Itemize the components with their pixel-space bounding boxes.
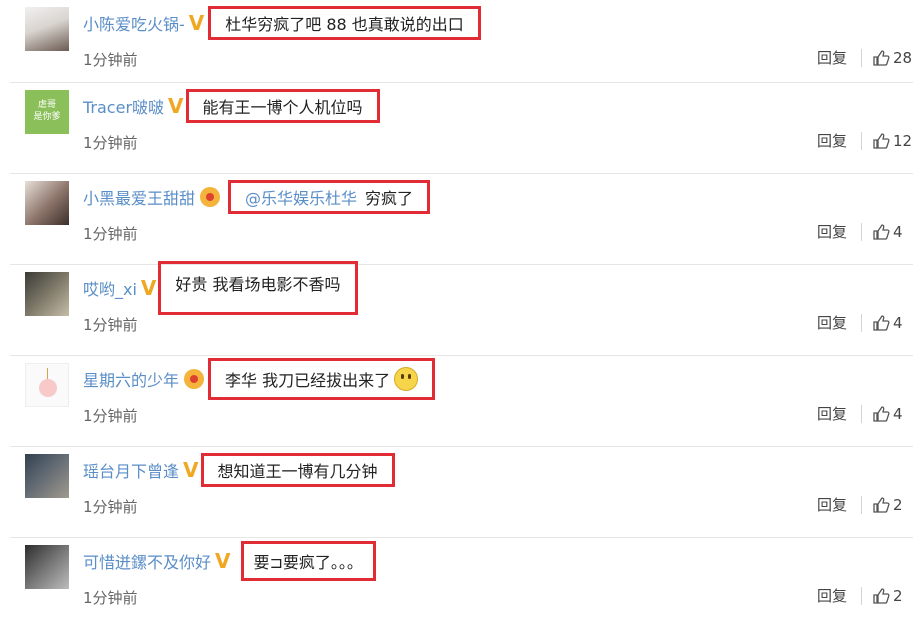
timestamp: 1分钟前: [83, 407, 138, 425]
divider: [861, 48, 862, 67]
avatar-text: 虐哥 是你爹: [33, 100, 61, 122]
comment-actions: 回复 2: [817, 585, 913, 606]
comment-header: 瑶台月下曾逢 V 想知道王一博有几分钟: [83, 453, 395, 487]
reply-button[interactable]: 回复: [817, 494, 847, 515]
divider: [861, 313, 862, 332]
comment-text: 能有王一博个人机位吗: [202, 98, 363, 117]
comment-text: 李华 我刀已经拔出来了: [225, 371, 391, 390]
comment-header: 可惜迸鏍不及你好 V 要⊐要疯了。。。: [83, 541, 376, 581]
comment-text-box: @乐华娱乐杜华 穷疯了: [228, 180, 431, 214]
vip-v-icon: V: [188, 11, 205, 35]
timestamp: 1分钟前: [83, 498, 138, 516]
comment-text: 好贵 我看场电影不香吗: [175, 275, 341, 294]
comment-text-box: 想知道王一博有几分钟: [200, 453, 395, 487]
comment-actions: 回复 28: [817, 47, 913, 68]
comment-text: 想知道王一博有几分钟: [217, 462, 378, 481]
divider: [861, 495, 862, 514]
comment-text: 杜华穷疯了吧 88 也真敢说的出口: [225, 15, 464, 34]
comment-text-box: 要⊐要疯了。。。: [240, 541, 376, 581]
divider: [861, 586, 862, 605]
vip-v-icon: V: [215, 549, 231, 573]
comment-text-box: 杜华穷疯了吧 88 也真敢说的出口: [208, 6, 481, 40]
like-count: 28: [893, 48, 913, 67]
comment-header: Tracer啵啵 V 能有王一博个人机位吗: [83, 89, 380, 123]
comment-item: 小陈爱吃火锅- V 杜华穷疯了吧 88 也真敢说的出口 1分钟前 回复 28: [10, 0, 913, 83]
comment-actions: 回复 12: [817, 130, 913, 151]
like-count: 2: [893, 586, 903, 605]
thumbs-up-icon[interactable]: [872, 405, 890, 423]
username[interactable]: 哎哟_xi: [83, 276, 137, 300]
avatar[interactable]: [25, 363, 69, 407]
vip-v-icon: V: [183, 458, 199, 482]
mention-link[interactable]: @乐华娱乐杜华: [245, 185, 357, 209]
comment-header: 哎哟_xi V 好贵 我看场电影不香吗: [83, 261, 358, 315]
timestamp: 1分钟前: [83, 51, 138, 69]
thumbs-up-icon[interactable]: [872, 496, 890, 514]
comment-item: 小黑最爱王甜甜 @乐华娱乐杜华 穷疯了 1分钟前 回复 4: [10, 174, 913, 265]
divider: [861, 404, 862, 423]
thumbs-up-icon[interactable]: [872, 49, 890, 67]
reply-button[interactable]: 回复: [817, 47, 847, 68]
avatar[interactable]: [25, 272, 69, 316]
comment-list: 小陈爱吃火锅- V 杜华穷疯了吧 88 也真敢说的出口 1分钟前 回复 28 虐…: [10, 0, 913, 608]
reply-button[interactable]: 回复: [817, 585, 847, 606]
username[interactable]: 小陈爱吃火锅-: [83, 11, 185, 35]
comment-text-box: 能有王一博个人机位吗: [185, 89, 380, 123]
reply-button[interactable]: 回复: [817, 221, 847, 242]
comment-item: 星期六的少年 李华 我刀已经拔出来了 1分钟前 回复 4: [10, 356, 913, 447]
username[interactable]: 瑶台月下曾逢: [83, 458, 179, 482]
divider: [861, 222, 862, 241]
comment-header: 星期六的少年 李华 我刀已经拔出来了: [83, 358, 436, 400]
vip-v-icon: V: [168, 94, 184, 118]
vip-v-icon: V: [140, 276, 157, 300]
like-count: 12: [893, 131, 913, 150]
thumbs-up-icon[interactable]: [872, 132, 890, 150]
timestamp: 1分钟前: [83, 134, 138, 152]
like-count: 4: [893, 404, 903, 423]
thumbs-up-icon[interactable]: [872, 314, 890, 332]
comment-text-box: 李华 我刀已经拔出来了: [208, 358, 436, 400]
username[interactable]: 星期六的少年: [83, 367, 179, 391]
like-count: 4: [893, 222, 903, 241]
username[interactable]: 可惜迸鏍不及你好: [83, 549, 211, 573]
comment-actions: 回复 2: [817, 494, 913, 515]
reply-button[interactable]: 回复: [817, 312, 847, 333]
avatar[interactable]: [25, 545, 69, 589]
comment-text: 穷疯了: [365, 189, 414, 208]
reply-button[interactable]: 回复: [817, 130, 847, 151]
avatar[interactable]: [25, 181, 69, 225]
comment-item: 瑶台月下曾逢 V 想知道王一博有几分钟 1分钟前 回复 2: [10, 447, 913, 538]
divider: [861, 131, 862, 150]
comment-text-box: 好贵 我看场电影不香吗: [158, 261, 358, 315]
username[interactable]: 小黑最爱王甜甜: [83, 185, 195, 209]
avatar[interactable]: [25, 454, 69, 498]
timestamp: 1分钟前: [83, 316, 138, 334]
avatar[interactable]: [25, 7, 69, 51]
thumbs-up-icon[interactable]: [872, 223, 890, 241]
comment-header: 小黑最爱王甜甜 @乐华娱乐杜华 穷疯了: [83, 180, 431, 214]
like-count: 2: [893, 495, 903, 514]
timestamp: 1分钟前: [83, 589, 138, 607]
comment-actions: 回复 4: [817, 403, 913, 424]
comment-text: 要⊐要疯了。。。: [253, 553, 363, 572]
comment-item: 虐哥 是你爹 Tracer啵啵 V 能有王一博个人机位吗 1分钟前 回复 12: [10, 83, 913, 174]
crown-icon: [184, 369, 205, 389]
comment-header: 小陈爱吃火锅- V 杜华穷疯了吧 88 也真敢说的出口: [83, 6, 481, 40]
thumbs-up-icon[interactable]: [872, 587, 890, 605]
username[interactable]: Tracer啵啵: [83, 94, 164, 118]
smile-emoji-icon: [394, 367, 419, 391]
avatar[interactable]: 虐哥 是你爹: [25, 90, 69, 134]
comment-actions: 回复 4: [817, 221, 913, 242]
crown-icon: [200, 187, 221, 207]
comment-actions: 回复 4: [817, 312, 913, 333]
comment-item: 哎哟_xi V 好贵 我看场电影不香吗 1分钟前 回复 4: [10, 261, 913, 356]
timestamp: 1分钟前: [83, 225, 138, 243]
comment-item: 可惜迸鏍不及你好 V 要⊐要疯了。。。 1分钟前 回复 2: [10, 538, 913, 608]
like-count: 4: [893, 313, 903, 332]
reply-button[interactable]: 回复: [817, 403, 847, 424]
